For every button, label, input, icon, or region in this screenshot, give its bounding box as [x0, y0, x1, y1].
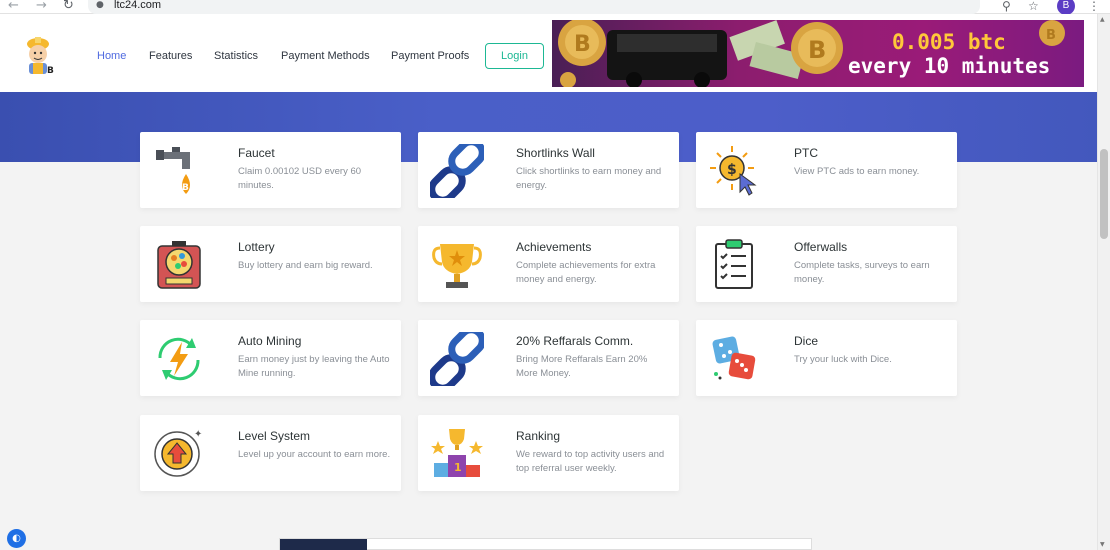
- card-description: Complete tasks, surveys to earn money.: [794, 260, 930, 285]
- card-title: Dice: [794, 334, 819, 348]
- forward-arrow-icon[interactable]: →: [36, 0, 47, 14]
- card-level-system[interactable]: ✦ Level System Level up your account to …: [140, 415, 401, 491]
- podium-icon: 1: [431, 429, 483, 477]
- bottom-ad-strip[interactable]: [279, 538, 812, 550]
- bottom-ad-dark-panel: [280, 539, 367, 550]
- card-lottery[interactable]: Lottery Buy lottery and earn big reward.: [140, 226, 401, 302]
- level-up-icon: ✦: [154, 429, 202, 477]
- chain-link-icon: [430, 144, 484, 198]
- nav-home[interactable]: Home: [97, 50, 126, 62]
- lightning-refresh-icon: [158, 337, 200, 381]
- browser-menu-icon[interactable]: ⋮: [1088, 0, 1100, 13]
- card-title: Faucet: [238, 146, 275, 160]
- card-title: Lottery: [238, 240, 275, 254]
- card-title: PTC: [794, 146, 818, 160]
- card-title: 20% Reffarals Comm.: [516, 334, 634, 348]
- card-description: Complete achievements for extra money an…: [516, 260, 656, 285]
- trophy-icon: [432, 244, 482, 288]
- card-description: Earn money just by leaving the Auto Mine…: [238, 354, 390, 379]
- nav-payment-proofs[interactable]: Payment Proofs: [391, 50, 469, 62]
- login-button[interactable]: Login: [485, 43, 544, 69]
- scroll-up-arrow-icon[interactable]: ▲: [1100, 16, 1105, 23]
- back-arrow-icon[interactable]: ←: [8, 0, 19, 14]
- card-description: Buy lottery and earn big reward.: [238, 260, 373, 271]
- card-faucet[interactable]: B Faucet Claim 0.00102 USD every 60 minu…: [140, 132, 401, 208]
- card-description: We reward to top activity users and top …: [516, 449, 665, 474]
- lottery-machine-icon: [157, 241, 201, 289]
- card-title: Auto Mining: [238, 334, 302, 348]
- card-dice[interactable]: Dice Try your luck with Dice.: [696, 320, 957, 396]
- ad-headline: 0.005 btc: [892, 30, 1006, 54]
- svg-text:B: B: [1046, 28, 1056, 43]
- svg-text:B: B: [574, 32, 591, 57]
- card-description: Claim 0.00102 USD every 60 minutes.: [238, 166, 362, 191]
- svg-text:B: B: [182, 183, 189, 193]
- card-ptc[interactable]: $ PTC View PTC ads to earn money.: [696, 132, 957, 208]
- card-description: Try your luck with Dice.: [794, 354, 892, 365]
- nav-payment-methods[interactable]: Payment Methods: [281, 50, 370, 62]
- browser-toolbar: ← → ↻ ● ltc24.com ⚲ ☆ B ⋮: [0, 0, 1110, 15]
- dice-icon: [712, 336, 756, 380]
- reload-icon[interactable]: ↻: [63, 0, 74, 14]
- card-title: Offerwalls: [794, 240, 848, 254]
- chain-link-icon: [430, 332, 484, 386]
- card-title: Level System: [238, 429, 311, 443]
- card-description: Bring More Reffarals Earn 20% More Money…: [516, 354, 648, 379]
- url-text: ltc24.com: [114, 0, 162, 11]
- svg-text:1: 1: [454, 461, 462, 474]
- nav-statistics[interactable]: Statistics: [214, 50, 258, 62]
- card-title: Shortlinks Wall: [516, 146, 595, 160]
- card-description: Level up your account to earn more.: [238, 449, 391, 460]
- scrollbar-thumb[interactable]: [1100, 149, 1108, 239]
- card-auto-mining[interactable]: Auto Mining Earn money just by leaving t…: [140, 320, 401, 396]
- card-title: Ranking: [516, 429, 561, 443]
- card-achievements[interactable]: Achievements Complete achievements for e…: [418, 226, 679, 302]
- card-ranking[interactable]: 1 Ranking We reward to top activity user…: [418, 415, 679, 491]
- zoom-icon[interactable]: ⚲: [1002, 0, 1011, 13]
- card-title: Achievements: [516, 240, 592, 254]
- profile-avatar[interactable]: B: [1057, 0, 1075, 15]
- nav-features[interactable]: Features: [149, 50, 192, 62]
- bookmark-star-icon[interactable]: ☆: [1028, 0, 1039, 13]
- card-offerwalls[interactable]: Offerwalls Complete tasks, surveys to ea…: [696, 226, 957, 302]
- faucet-icon: B: [156, 147, 190, 194]
- card-description: Click shortlinks to earn money and energ…: [516, 166, 662, 191]
- card-shortlinks-wall[interactable]: Shortlinks Wall Click shortlinks to earn…: [418, 132, 679, 208]
- svg-text:✦: ✦: [194, 429, 202, 440]
- scroll-down-arrow-icon[interactable]: ▼: [1100, 541, 1105, 548]
- miner-logo-icon[interactable]: B: [20, 36, 56, 76]
- card-description: View PTC ads to earn money.: [794, 166, 920, 177]
- coin-cursor-icon: $: [710, 146, 757, 196]
- address-bar[interactable]: ● ltc24.com: [88, 0, 980, 14]
- card-referrals[interactable]: 20% Reffarals Comm. Bring More Reffarals…: [418, 320, 679, 396]
- ad-subheadline: every 10 minutes: [848, 54, 1051, 78]
- svg-text:B: B: [808, 36, 826, 64]
- clipboard-checklist-icon: [715, 239, 753, 289]
- ad-banner[interactable]: B B B 0.005 btc every 10 minutes: [552, 20, 1084, 87]
- page-scrollbar[interactable]: ▲ ▼: [1097, 14, 1110, 550]
- lock-icon: ●: [96, 0, 104, 10]
- chat-widget-icon[interactable]: ◐: [7, 529, 26, 548]
- svg-text:B: B: [47, 66, 54, 76]
- svg-text:$: $: [727, 162, 737, 178]
